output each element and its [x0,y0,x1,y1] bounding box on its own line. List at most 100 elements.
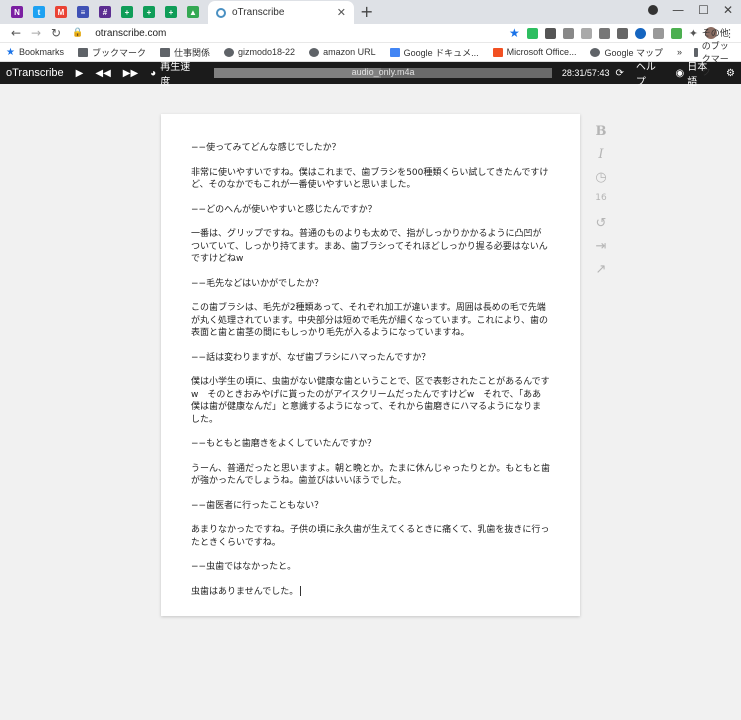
url-field[interactable]: otranscribe.com [95,28,509,39]
bookmark-label: 仕事関係 [174,47,211,58]
tab-title: oTranscribe [232,7,285,18]
transcript-paragraph[interactable]: −−毛先などはいかがでしたか？ [191,278,550,291]
pinned-tab[interactable]: ▲ [182,0,204,24]
pinned-tab-favicon-icon: + [143,6,155,18]
active-tab[interactable]: oTranscribe ✕ [208,1,354,24]
export-icon[interactable]: ↗ [596,262,607,277]
reset-icon[interactable]: ⟳ [609,68,629,79]
import-icon[interactable]: ⇥ [596,239,607,254]
pinned-tab[interactable]: t [28,0,50,24]
docs-icon [389,47,400,57]
pinned-tab[interactable]: M [50,0,72,24]
minimize-icon[interactable]: — [672,3,684,17]
bookmark-item[interactable]: ブックマーク [77,46,146,59]
pinned-tab[interactable]: + [116,0,138,24]
extension-icon-2[interactable] [562,27,574,39]
transcript-paragraph[interactable]: −−もともと歯磨きをよくしていたんですか？ [191,438,550,451]
bookmark-item[interactable]: ★ Bookmarks [6,47,64,58]
transcript-text: うーん、普通だったと思いますよ。朝と晩とか。たまに休んじゃったりとか。もともと歯… [191,463,551,487]
settings-gear-icon[interactable]: ⚙ [720,68,741,79]
globe-icon: ◉ [675,67,685,79]
forward-icon[interactable]: → [26,26,46,40]
transcript-paragraph[interactable]: 虫歯はありませんでした。 [191,586,550,599]
extension-icon-1[interactable] [544,27,556,39]
pinned-tab-favicon-icon: M [55,6,67,18]
fast-forward-icon[interactable]: ▶▶ [117,68,144,79]
bookmark-item[interactable]: Microsoft Office... [492,47,576,57]
extension-icon-3[interactable] [580,27,592,39]
bookmark-item[interactable]: gizmodo18-22 [224,47,295,57]
transcript-paragraph[interactable]: −−歯医者に行ったこともない？ [191,500,550,513]
speedometer-icon: ◕ [150,67,157,79]
image-extension-icon[interactable] [616,27,628,39]
bookmark-label: Google マップ [604,47,664,58]
transcript-paragraph[interactable]: この歯ブラシは、毛先が2種類あって、それぞれ加工が違います。周囲は長めの毛で先端… [191,302,550,340]
otranscribe-favicon [216,7,226,18]
playback-progress-bar[interactable]: audio_only.m4a [214,67,552,78]
bookmark-item[interactable]: Google ドキュメ... [389,46,479,59]
other-bookmarks-folder-icon [694,47,698,57]
transcript-text: この歯ブラシは、毛先が2種類あって、それぞれ加工が違います。周囲は長めの毛で先端… [191,303,548,338]
transcript-text: −−話は変わりますが、なぜ歯ブラシにハマったんですか？ [191,352,431,363]
transcript-paragraph[interactable]: −−どのへんが使いやすいと感じたんですか？ [191,204,550,217]
transcript-text: −−どのへんが使いやすいと感じたんですか？ [191,204,377,215]
tab-search-icon[interactable] [648,5,659,15]
pinned-tab-favicon-icon: t [33,6,45,18]
bookmark-star-icon[interactable]: ★ [509,26,520,40]
pinned-tab[interactable]: + [160,0,182,24]
transcript-paragraph[interactable]: 非常に使いやすいですね。僕はこれまで、歯ブラシを500種類くらい試してきたんです… [191,167,550,192]
word-count: 16 [595,193,607,203]
pinned-tab-favicon-icon: ≡ [77,6,89,18]
transcript-paragraph[interactable]: −−使ってみてどんな感じでしたか？ [191,142,550,155]
pinned-tab-favicon-icon: + [121,6,133,18]
transcript-text: 非常に使いやすいですね。僕はこれまで、歯ブラシを500種類くらい試してきたんです… [191,167,549,191]
extension-icon-4[interactable] [598,27,610,39]
globe-icon [224,47,235,57]
folder-icon [160,47,170,57]
transcript-editor[interactable]: −−使ってみてどんな感じでしたか？ 非常に使いやすいですね。僕はこれまで、歯ブラシ… [161,114,580,616]
bookmark-label: gizmodo18-22 [238,47,296,57]
more-bookmarks-button[interactable]: » [677,47,682,57]
maximize-icon[interactable]: ☐ [698,3,709,17]
timestamp-clock-icon[interactable]: ◷ [595,170,606,185]
transcript-text: あまりなかったですね。子供の頃に永久歯が生えてくるときに痛くて、乳歯を抜きに行っ… [191,525,550,548]
new-tab-button[interactable]: + [360,2,373,21]
transcript-paragraph[interactable]: 一番は、グリップですね。普通のものよりも太めで、指がしっかりかかるように凸凹がつ… [191,228,550,266]
transcript-paragraph[interactable]: あまりなかったですね。子供の頃に永久歯が生えてくるときに痛くて、乳歯を抜きに行っ… [191,524,550,549]
rewind-icon[interactable]: ◀◀ [89,68,116,79]
transcript-paragraph[interactable]: −−虫歯ではなかったと。 [191,561,550,574]
bookmark-label: amazon URL [323,47,376,57]
pinned-tab[interactable]: N [6,0,28,24]
close-window-icon[interactable]: ✕ [723,3,733,17]
history-icon[interactable]: ↺ [596,216,607,231]
lock-icon[interactable]: 🔒 [72,28,83,38]
extension-icon-6[interactable] [652,27,664,39]
pinned-tab[interactable]: ≡ [72,0,94,24]
office-icon [492,47,503,57]
tab-close-icon[interactable]: ✕ [337,6,346,19]
transcript-text: −−もともと歯磨きをよくしていたんですか？ [191,439,377,449]
bookmark-item[interactable]: 仕事関係 [160,46,210,59]
pinned-tabs: Nt M ≡ # + + + ▲ [0,0,204,24]
transcript-paragraph[interactable]: −−話は変わりますが、なぜ歯ブラシにハマったんですか？ [191,352,550,365]
evernote-extension-icon[interactable] [526,27,538,39]
play-icon[interactable]: ▶ [70,68,90,79]
pinned-tab-favicon-icon: ▲ [187,6,199,18]
back-icon[interactable]: ← [6,26,26,40]
pinned-tab[interactable]: + [138,0,160,24]
bookmark-label: Bookmarks [18,47,64,57]
bookmark-item[interactable]: amazon URL [309,47,376,57]
browser-tab-strip: Nt M ≡ # + + + ▲ oTranscribe ✕ + — ☐ ✕ [0,0,741,24]
pinned-tab-favicon-icon: + [165,6,177,18]
folder-icon [77,47,88,57]
extension-icon-5[interactable] [634,27,646,39]
reload-icon[interactable]: ↻ [46,26,66,40]
audio-file-name: audio_only.m4a [351,67,415,77]
transcript-paragraph[interactable]: 僕は小学生の頃に、虫歯がない健康な歯ということで、区で表彰されたことがあるんです… [191,376,550,426]
bookmark-item[interactable]: Google マップ [590,46,663,59]
bold-button[interactable]: B [596,124,607,139]
italic-button[interactable]: I [598,147,603,162]
transcript-paragraph[interactable]: うーん、普通だったと思いますよ。朝と晩とか。たまに休んじゃったりとか。もともと歯… [191,463,550,488]
transcript-text: 一番は、グリップですね。普通のものよりも太めで、指がしっかりかかるように凸凹がつ… [191,229,548,264]
pinned-tab[interactable]: # [94,0,116,24]
